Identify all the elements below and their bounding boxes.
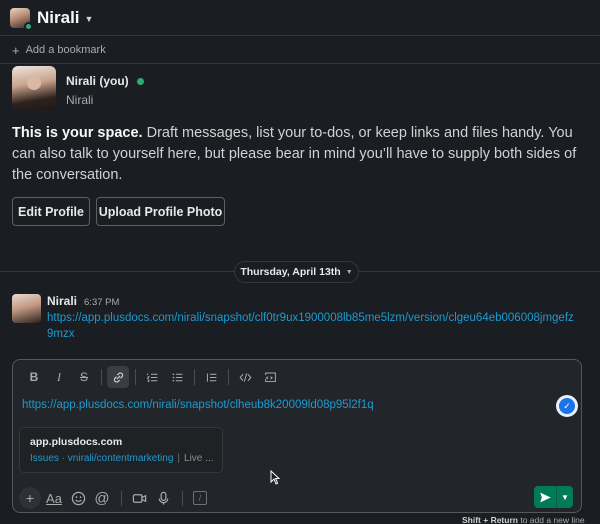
channel-title[interactable]: Nirali [37, 8, 80, 28]
profile-intro: Nirali (you) Nirali [12, 66, 144, 110]
toolbar-divider [194, 369, 195, 385]
message-avatar[interactable] [12, 294, 41, 323]
actions-divider [182, 490, 183, 506]
code-icon[interactable] [234, 366, 256, 388]
video-icon[interactable] [128, 487, 150, 509]
chevron-down-icon: ▼ [345, 268, 353, 276]
microphone-icon[interactable] [152, 487, 174, 509]
slash-icon[interactable]: / [193, 491, 207, 505]
link-preview-title[interactable]: Issues · vnirali/contentmarketing [30, 453, 173, 464]
add-bookmark-label: Add a bookmark [25, 44, 106, 56]
profile-display-name[interactable]: Nirali (you) [66, 74, 129, 88]
italic-icon[interactable]: I [48, 366, 70, 388]
user-avatar [10, 7, 33, 31]
composer-hint: Shift + Return to add a new line [462, 515, 585, 524]
message-composer[interactable]: B I S https://app.plusdocs.com/nirali/sn… [12, 359, 582, 513]
hint-text: to add a new line [517, 515, 585, 524]
profile-username: Nirali [66, 93, 94, 107]
presence-dot [24, 21, 33, 31]
bold-icon[interactable]: B [23, 366, 45, 388]
mention-icon[interactable]: @ [91, 487, 113, 509]
message-author[interactable]: Nirali [47, 294, 77, 308]
space-description-heading: This is your space. [12, 125, 143, 141]
strikethrough-icon[interactable]: S [73, 366, 95, 388]
actions-divider [121, 490, 122, 506]
toolbar-divider [228, 369, 229, 385]
channel-header: Nirali ▼ [0, 0, 600, 36]
mouse-cursor-icon [270, 470, 280, 485]
link-preview-card[interactable]: app.plusdocs.com Issues · vnirali/conten… [19, 427, 223, 473]
link-preview-domain: app.plusdocs.com [30, 436, 123, 448]
send-button[interactable] [534, 486, 556, 508]
send-group: ▼ [534, 486, 573, 508]
blockquote-icon[interactable] [200, 366, 222, 388]
message-link[interactable]: https://app.plusdocs.com/nirali/snapshot… [47, 310, 579, 342]
code-block-icon[interactable] [259, 366, 281, 388]
chevron-down-icon[interactable]: ▼ [85, 14, 94, 24]
online-status-icon [136, 77, 144, 85]
format-icon[interactable]: Aa [43, 487, 65, 509]
date-label: Thursday, April 13th [240, 266, 341, 278]
chevron-down-icon[interactable]: ▼ [557, 486, 573, 508]
link-preview-extra: Live ... [184, 453, 214, 464]
composer-input-text[interactable]: https://app.plusdocs.com/nirali/snapshot… [22, 399, 374, 411]
plus-icon: + [12, 42, 20, 58]
toolbar-divider [135, 369, 136, 385]
message-timestamp[interactable]: 6:37 PM [84, 297, 119, 308]
message: Nirali 6:37 PM https://app.plusdocs.com/… [12, 294, 587, 342]
bookmark-bar[interactable]: + Add a bookmark [0, 37, 600, 64]
hint-shortcut: Shift + Return [462, 515, 518, 524]
grammar-check-icon[interactable]: ✓ [556, 395, 578, 417]
link-preview-separator: | [177, 453, 181, 464]
emoji-icon[interactable] [67, 487, 89, 509]
link-icon[interactable] [107, 366, 129, 388]
date-divider-button[interactable]: Thursday, April 13th ▼ [234, 261, 359, 283]
bullet-list-icon[interactable] [166, 366, 188, 388]
composer-actions: + Aa @ / [19, 487, 209, 509]
edit-profile-button[interactable]: Edit Profile [12, 197, 90, 226]
toolbar-divider [101, 369, 102, 385]
formatting-toolbar: B I S [23, 366, 284, 388]
space-description: This is your space. Draft messages, list… [12, 123, 592, 186]
ordered-list-icon[interactable] [141, 366, 163, 388]
profile-avatar[interactable] [12, 66, 56, 110]
upload-profile-photo-button[interactable]: Upload Profile Photo [96, 197, 225, 226]
plus-icon[interactable]: + [19, 487, 41, 509]
